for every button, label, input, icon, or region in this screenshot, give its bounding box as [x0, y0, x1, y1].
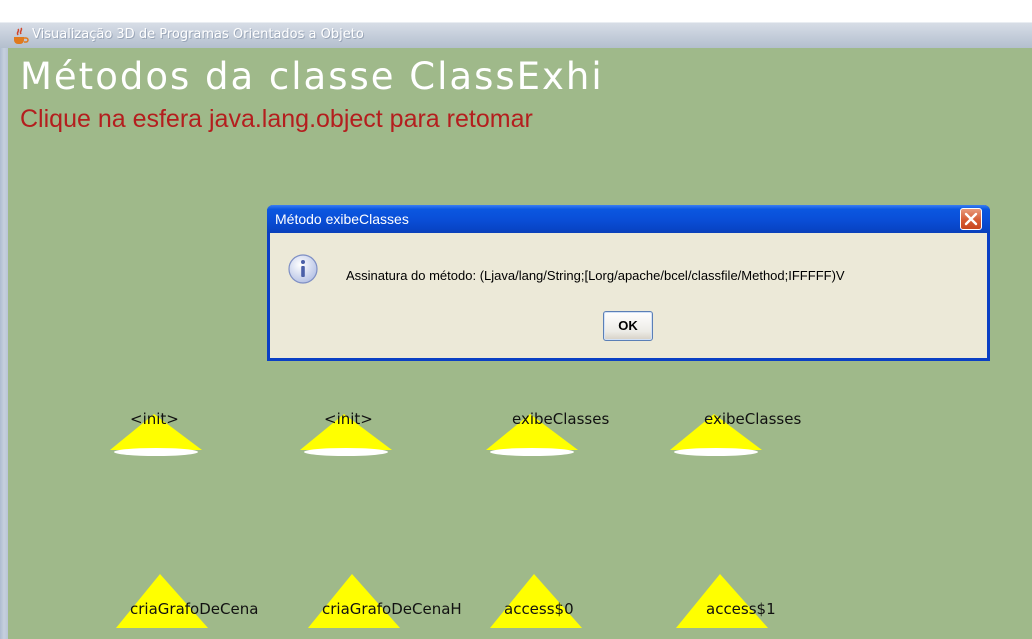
app-window: Visualização 3D de Programas Orientados …	[0, 0, 1032, 639]
method-marker-exibeclasses-1[interactable]: exibeClasses	[482, 410, 609, 470]
method-marker-access0[interactable]: access$0	[486, 574, 606, 634]
method-label: access$0	[504, 600, 574, 618]
method-label: criaGrafoDeCenaH	[322, 600, 462, 618]
method-label: <init>	[324, 410, 373, 428]
method-label: access$1	[706, 600, 776, 618]
dialog-title: Método exibeClasses	[275, 211, 409, 227]
window-titlebar[interactable]: Visualização 3D de Programas Orientados …	[0, 22, 1032, 48]
ok-button[interactable]: OK	[603, 311, 653, 341]
window-title: Visualização 3D de Programas Orientados …	[32, 27, 364, 42]
dialog-message: Assinatura do método: (Ljava/lang/String…	[346, 268, 845, 283]
info-icon	[287, 253, 319, 285]
close-button[interactable]	[960, 208, 982, 230]
dialog-titlebar[interactable]: Método exibeClasses	[267, 205, 990, 233]
window-left-border	[0, 48, 8, 639]
scene-heading: Métodos da classe ClassExhi	[20, 55, 604, 98]
method-marker-criagrafodecena[interactable]: criaGrafoDeCena	[112, 574, 258, 634]
method-label: criaGrafoDeCena	[130, 600, 259, 618]
java-cup-icon	[10, 26, 30, 46]
method-label: exibeClasses	[512, 410, 610, 428]
method-marker-access1[interactable]: access$1	[672, 574, 792, 634]
method-marker-exibeclasses-2[interactable]: exibeClasses	[666, 410, 801, 470]
method-marker-init-1[interactable]: <init>	[106, 410, 226, 470]
method-info-dialog: Método exibeClasses Assinatura do método…	[267, 205, 990, 361]
method-label: <init>	[130, 410, 179, 428]
scene-subheading: Clique na esfera java.lang.object para r…	[20, 105, 533, 133]
close-icon	[964, 212, 978, 226]
method-label: exibeClasses	[704, 410, 802, 428]
method-marker-criagrafodecenah[interactable]: criaGrafoDeCenaH	[304, 574, 462, 634]
method-marker-init-2[interactable]: <init>	[296, 410, 416, 470]
